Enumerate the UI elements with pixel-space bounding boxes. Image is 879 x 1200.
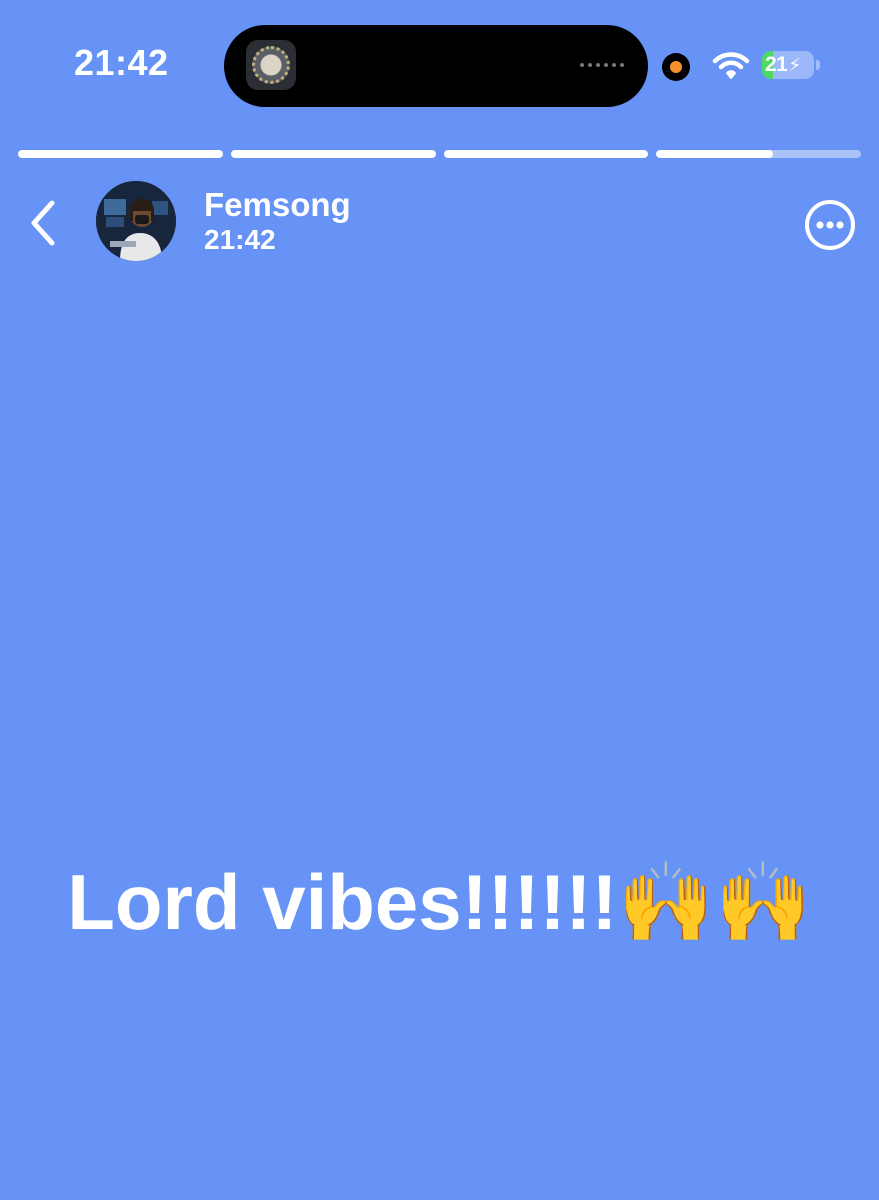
charging-bolt-icon: ⚡ — [788, 54, 801, 75]
story-progress-segment — [18, 150, 223, 158]
battery-icon: 21 ⚡ — [762, 51, 820, 79]
story-progress-fill — [443, 150, 649, 158]
user-name[interactable]: Femsong — [204, 186, 351, 224]
post-timestamp: 21:42 — [204, 224, 276, 255]
dynamic-island[interactable] — [224, 25, 648, 107]
status-time: 21:42 — [74, 42, 169, 83]
story-progress-segment — [230, 150, 436, 158]
wifi-icon — [712, 52, 750, 79]
more-options-icon[interactable] — [804, 199, 856, 251]
story-progress-segment — [656, 150, 861, 158]
story-progress-fill — [656, 150, 773, 158]
island-activity-indicator — [580, 63, 626, 67]
status-bar: 21:42 21 ⚡ — [0, 0, 879, 130]
story-progress-bars — [18, 150, 861, 158]
story-progress-segment — [443, 150, 649, 158]
avatar[interactable] — [96, 181, 176, 261]
story-progress-fill — [18, 150, 223, 158]
back-chevron-icon[interactable] — [22, 198, 66, 248]
story-progress-fill — [230, 150, 436, 158]
story-text: Lord vibes!!!!!!🙌🙌 — [67, 858, 812, 946]
story-header: Femsong 21:42 — [0, 180, 879, 270]
privacy-indicator-icon — [662, 53, 690, 81]
battery-level: 21 — [765, 53, 788, 76]
now-playing-app-icon[interactable] — [246, 40, 296, 90]
